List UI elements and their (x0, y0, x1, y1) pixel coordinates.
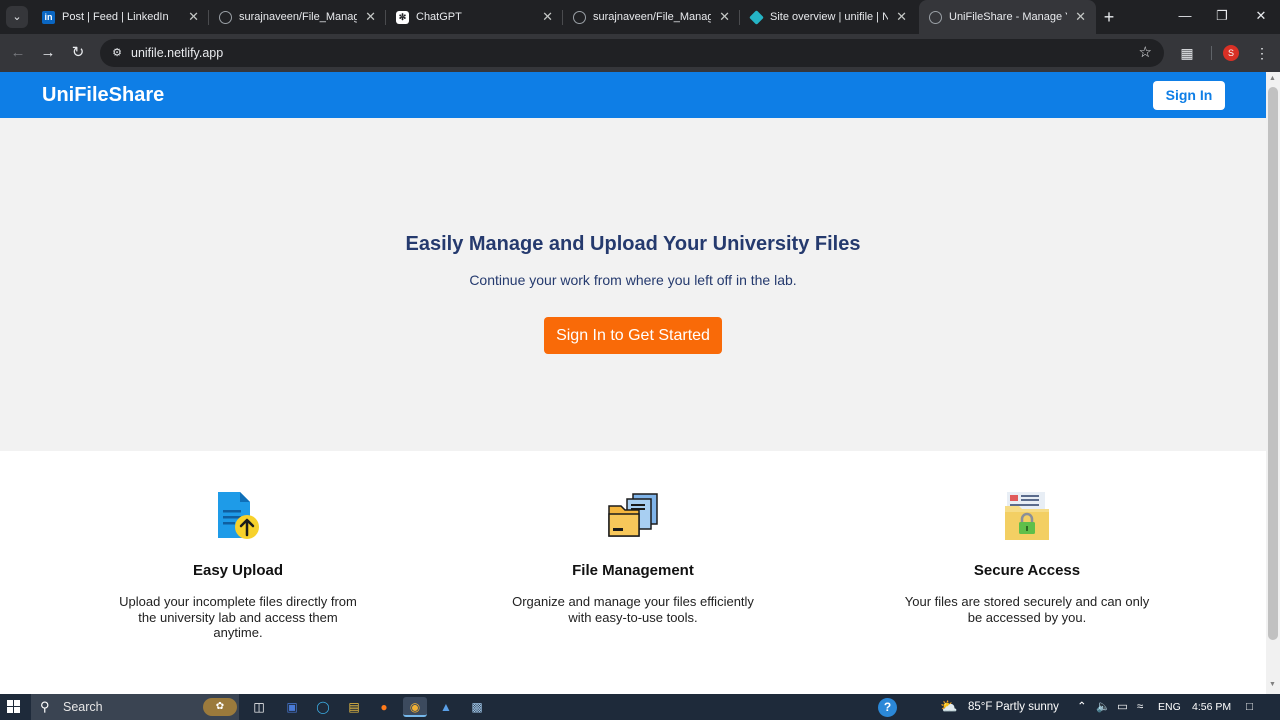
tab-close-icon[interactable]: ✕ (719, 9, 730, 25)
hero-title: Easily Manage and Upload Your University… (405, 233, 861, 255)
tab-chatgpt[interactable]: ✼ ChatGPT ✕ (386, 0, 563, 34)
taskbar-search-box[interactable]: ⚲ Search ✿ (31, 694, 239, 720)
tab-label: ChatGPT (416, 11, 462, 23)
github-icon (219, 11, 232, 24)
taskbar-search-label: Search (63, 700, 103, 714)
tab-label: UniFileShare - Manage You (949, 11, 1067, 23)
browser-menu-kebab-icon[interactable]: ⋮ (1252, 43, 1272, 63)
feature-card-secure-access: Secure Access Your files are stored secu… (887, 490, 1167, 625)
tab-close-icon[interactable]: ✕ (896, 9, 907, 25)
task-view-icon[interactable]: ◫ (247, 697, 271, 717)
folder-files-icon (607, 490, 659, 542)
page-scrollbar[interactable]: ▲ ▼ (1266, 72, 1280, 694)
forward-arrow-icon[interactable]: → (37, 42, 59, 64)
feature-title: Easy Upload (192, 562, 284, 579)
file-explorer-icon[interactable]: ▤ (342, 697, 366, 717)
hero-section: Easily Manage and Upload Your University… (0, 118, 1266, 451)
reload-icon[interactable]: ↻ (67, 42, 89, 64)
bookmark-star-icon[interactable]: ☆ (1139, 44, 1152, 62)
clock-time[interactable]: 4:56 PM (1192, 699, 1231, 715)
feature-description: Organize and manage your files efficient… (512, 594, 754, 625)
tab-unifileshare[interactable]: UniFileShare - Manage You ✕ (919, 0, 1096, 34)
scroll-up-arrow-icon[interactable]: ▲ (1269, 74, 1276, 84)
restore-icon[interactable]: ❐ (1207, 6, 1237, 26)
feature-card-easy-upload: Easy Upload Upload your incomplete files… (98, 490, 378, 641)
chatgpt-icon: ✼ (396, 11, 409, 24)
new-tab-plus-icon[interactable]: + (1099, 7, 1119, 27)
windows-start-icon[interactable] (7, 700, 21, 714)
language-indicator[interactable]: ENG (1158, 699, 1181, 715)
notifications-icon[interactable]: □ (1246, 699, 1253, 715)
address-bar-url[interactable]: unifile.netlify.app (131, 46, 223, 60)
linkedin-icon: in (42, 11, 55, 24)
tab-label: Site overview | unifile | Net (770, 11, 888, 23)
tab-netlify[interactable]: Site overview | unifile | Net ✕ (740, 0, 917, 34)
tab-search-chevron-icon[interactable]: ⌄ (6, 6, 28, 28)
github-icon (573, 11, 586, 24)
battery-icon[interactable]: ▭ (1117, 699, 1128, 715)
tab-label: Post | Feed | LinkedIn (62, 11, 169, 23)
tab-close-icon[interactable]: ✕ (365, 9, 376, 25)
chrome-icon[interactable]: ◉ (403, 697, 427, 717)
tab-github-1[interactable]: surajnaveen/File_Managem ✕ (209, 0, 386, 34)
weather-partly-sunny-icon: ⛅ (940, 698, 958, 714)
help-question-icon[interactable]: ? (878, 698, 897, 717)
header-sign-in-button[interactable]: Sign In (1153, 81, 1225, 110)
tab-label: surajnaveen/File_Managem (239, 11, 357, 23)
tab-close-icon[interactable]: ✕ (542, 9, 553, 25)
hero-subtitle: Continue your work from where you left o… (469, 272, 797, 288)
tab-linkedin[interactable]: in Post | Feed | LinkedIn ✕ (32, 0, 209, 34)
feature-title: File Management (572, 562, 694, 579)
minimize-icon[interactable]: — (1170, 6, 1200, 26)
scroll-down-arrow-icon[interactable]: ▼ (1269, 680, 1276, 690)
site-info-icon[interactable]: ⚙ (109, 45, 125, 61)
extensions-puzzle-icon[interactable]: ▦ (1177, 43, 1197, 63)
page-viewport: UniFileShare Sign In Easily Manage and U… (0, 72, 1280, 694)
windows-taskbar: ⚲ Search ✿ ◫ ▣ ◯ ▤ ● ◉ ▲ ▩ ? ⛅ 85°F Part… (0, 694, 1280, 720)
scrollbar-thumb[interactable] (1268, 87, 1278, 640)
tray-overflow-chevron-icon[interactable]: ⌃ (1077, 699, 1087, 715)
tab-label: surajnaveen/File_Managem (593, 11, 711, 23)
netlify-icon (749, 10, 764, 25)
firefox-icon[interactable]: ● (372, 697, 396, 717)
tab-close-icon[interactable]: ✕ (1075, 9, 1086, 25)
search-highlight-illustration-icon: ✿ (203, 698, 237, 716)
search-icon: ⚲ (40, 699, 50, 714)
store-icon[interactable]: ▣ (280, 697, 304, 717)
feature-description: Your files are stored securely and can o… (904, 594, 1150, 625)
profile-avatar[interactable]: S (1223, 45, 1239, 61)
volume-icon[interactable]: 🔈 (1096, 699, 1110, 715)
edge-icon[interactable]: ◯ (311, 697, 335, 717)
feature-title: Secure Access (973, 562, 1081, 579)
globe-icon (929, 11, 942, 24)
back-arrow-icon[interactable]: ← (7, 42, 29, 64)
window-close-icon[interactable]: ✕ (1246, 6, 1276, 26)
tab-github-2[interactable]: surajnaveen/File_Managem ✕ (563, 0, 740, 34)
secure-folder-lock-icon (1001, 490, 1053, 542)
wifi-icon[interactable]: ≈ (1137, 699, 1143, 715)
brand-logo-text[interactable]: UniFileShare (42, 84, 164, 106)
feature-card-file-management: File Management Organize and manage your… (493, 490, 773, 625)
remote-desktop-icon[interactable]: ▩ (465, 697, 489, 717)
tab-close-icon[interactable]: ✕ (188, 9, 199, 25)
get-started-button[interactable]: Sign In to Get Started (544, 317, 722, 354)
photos-icon[interactable]: ▲ (434, 697, 458, 717)
toolbar-divider (1211, 46, 1212, 60)
browser-tab-strip: ⌄ in Post | Feed | LinkedIn ✕ surajnavee… (0, 0, 1280, 34)
weather-text[interactable]: 85°F Partly sunny (968, 699, 1059, 715)
browser-toolbar: ← → ↻ ⚙ unifile.netlify.app ☆ ▦ S ⋮ (0, 34, 1280, 72)
file-upload-icon (212, 490, 264, 542)
site-header: UniFileShare Sign In (0, 72, 1266, 118)
feature-description: Upload your incomplete files directly fr… (119, 594, 357, 640)
address-bar[interactable]: ⚙ unifile.netlify.app ☆ (100, 39, 1164, 67)
